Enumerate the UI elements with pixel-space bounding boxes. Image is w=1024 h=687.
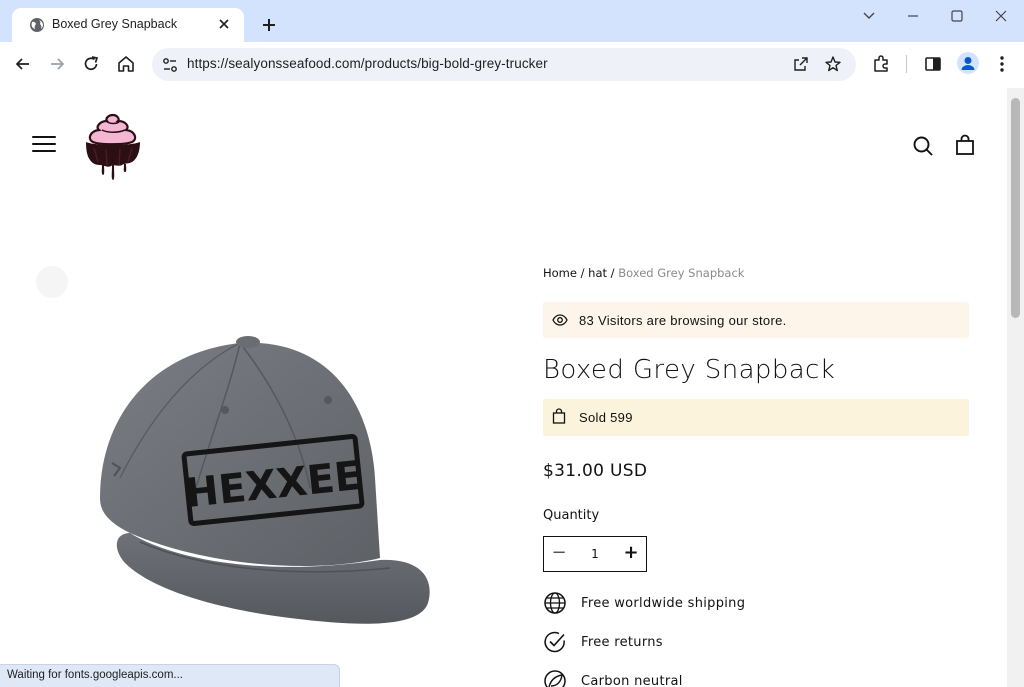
breadcrumb-category[interactable]: hat	[588, 266, 607, 280]
leaf-icon	[544, 670, 566, 687]
quantity-stepper: − +	[543, 536, 647, 572]
browser-chrome: Boxed Grey Snapback https://sealyonsseaf…	[0, 0, 1024, 87]
minimize-icon[interactable]	[902, 6, 924, 26]
status-text: Waiting for fonts.googleapis.com...	[7, 669, 183, 681]
feature-label: Free returns	[581, 635, 663, 650]
site-settings-icon[interactable]	[161, 56, 179, 74]
quantity-label: Quantity	[543, 508, 600, 523]
home-icon[interactable]	[115, 53, 137, 75]
breadcrumb-current: Boxed Grey Snapback	[618, 266, 745, 280]
breadcrumb-home[interactable]: Home	[543, 266, 577, 280]
product-price: $31.00 USD	[543, 461, 648, 481]
breadcrumb-separator: /	[607, 266, 619, 280]
maximize-icon[interactable]	[946, 6, 968, 26]
web-page: HEXXEE Home / hat / Boxed Grey Snapback …	[0, 88, 1007, 687]
sold-text: Sold 599	[579, 410, 633, 425]
cupcake-logo[interactable]	[80, 112, 146, 184]
hamburger-icon[interactable]	[32, 136, 56, 152]
bookmark-star-icon[interactable]	[824, 55, 842, 73]
eye-icon	[552, 314, 568, 326]
feature-carbon: Carbon neutral	[543, 669, 843, 687]
quantity-input[interactable]	[574, 537, 616, 571]
browser-tab[interactable]: Boxed Grey Snapback	[12, 8, 244, 42]
back-icon[interactable]	[12, 53, 34, 75]
profile-avatar[interactable]	[957, 52, 979, 74]
extensions-icon[interactable]	[870, 53, 892, 75]
feature-returns: Free returns	[543, 630, 843, 656]
watermark-icon	[36, 266, 68, 298]
status-bubble: Waiting for fonts.googleapis.com...	[0, 664, 340, 687]
visitors-text: 83 Visitors are browsing our store.	[579, 313, 787, 328]
bag-icon[interactable]	[954, 134, 976, 156]
quantity-decrease-button[interactable]: −	[544, 537, 574, 571]
window-close-icon[interactable]	[990, 6, 1012, 26]
toolbar-divider	[906, 55, 907, 73]
check-circle-icon	[544, 631, 565, 653]
browser-toolbar: https://sealyonsseafood.com/products/big…	[0, 42, 1024, 87]
quantity-increase-button[interactable]: +	[616, 537, 646, 571]
product-title: Boxed Grey Snapback	[543, 355, 836, 385]
feature-label: Free worldwide shipping	[581, 596, 746, 611]
search-icon[interactable]	[912, 135, 934, 157]
url-text[interactable]: https://sealyonsseafood.com/products/big…	[187, 56, 548, 71]
plus-icon	[263, 19, 275, 31]
person-icon	[961, 57, 975, 70]
address-bar[interactable]: https://sealyonsseafood.com/products/big…	[152, 48, 856, 81]
globe-icon	[30, 18, 44, 32]
page-scrollbar[interactable]	[1007, 88, 1024, 687]
side-panel-icon[interactable]	[922, 53, 944, 75]
share-icon[interactable]	[792, 55, 810, 73]
kebab-menu-icon[interactable]	[991, 53, 1013, 75]
globe-icon	[544, 592, 566, 614]
sold-banner: Sold 599	[543, 399, 969, 436]
reload-icon[interactable]	[80, 53, 102, 75]
visitors-banner: 83 Visitors are browsing our store.	[543, 302, 969, 338]
feature-shipping: Free worldwide shipping	[543, 591, 843, 617]
shopping-bag-icon	[552, 408, 566, 424]
scrollbar-thumb[interactable]	[1011, 98, 1020, 318]
product-image[interactable]: HEXXEE	[90, 328, 440, 628]
close-icon[interactable]	[216, 16, 232, 32]
feature-label: Carbon neutral	[581, 674, 683, 687]
tab-title: Boxed Grey Snapback	[52, 17, 178, 31]
tab-search-icon[interactable]	[858, 6, 880, 26]
new-tab-button[interactable]	[256, 12, 282, 38]
forward-icon[interactable]	[46, 53, 68, 75]
breadcrumb: Home / hat / Boxed Grey Snapback	[543, 266, 744, 280]
breadcrumb-separator: /	[576, 266, 589, 280]
